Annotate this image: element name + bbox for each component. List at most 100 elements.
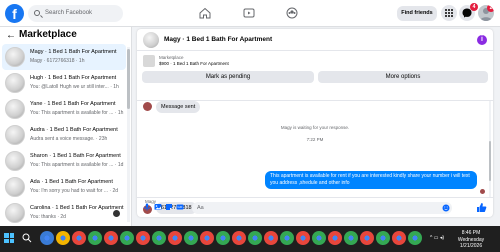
- taskbar-app-icon[interactable]: [376, 231, 390, 245]
- taskbar-search-icon[interactable]: [22, 233, 32, 243]
- conversation-name: Yane · 1 Bed 1 Bath For Apartment: [30, 101, 116, 107]
- messenger-button[interactable]: 4: [459, 3, 478, 21]
- facebook-logo[interactable]: f: [5, 4, 24, 23]
- chat-title[interactable]: Magy · 1 Bed 1 Bath For Apartment: [164, 36, 272, 43]
- conversation-preview: Magy · 6172766318 · 1h: [30, 58, 85, 64]
- taskbar-app-icon[interactable]: [392, 231, 406, 245]
- taskbar-app-icon[interactable]: [200, 231, 214, 245]
- listing-thumbnail: [5, 203, 25, 223]
- messenger-badge: 4: [470, 3, 478, 11]
- message-timestamp: 7:22 PM: [306, 137, 324, 142]
- taskbar-app-icon[interactable]: [280, 231, 294, 245]
- microphone-icon[interactable]: [143, 203, 151, 211]
- taskbar-app-icon[interactable]: [184, 231, 198, 245]
- conversation-item[interactable]: Ada · 1 Bed 1 Bath For Apartment You: I'm…: [2, 174, 126, 200]
- sidebar-header: ← Marketplace: [0, 27, 131, 44]
- taskbar-app-icon[interactable]: [136, 231, 150, 245]
- taskbar-app-icon[interactable]: [232, 231, 246, 245]
- profile-avatar[interactable]: 2: [478, 5, 494, 21]
- search-icon: [34, 10, 40, 16]
- home-icon[interactable]: [199, 7, 211, 19]
- menu-button[interactable]: [441, 5, 457, 21]
- groups-icon[interactable]: [286, 7, 298, 19]
- taskbar-app-icon[interactable]: [328, 231, 342, 245]
- taskbar-app-icon[interactable]: [344, 231, 358, 245]
- conversation-preview: You: @Latoll Hugh we ur still inter... ·…: [30, 84, 119, 90]
- conversation-preview: You: This apartment is available for ...…: [30, 110, 124, 116]
- listing-image[interactable]: [143, 55, 155, 67]
- taskbar-app-icon[interactable]: [120, 231, 134, 245]
- gif-icon[interactable]: GIF: [176, 203, 184, 211]
- conversation-name: Magy · 1 Bed 1 Bath For Apartment: [30, 49, 117, 55]
- conversation-item[interactable]: Hugh · 1 Bed 1 Bath For Apartment You: @L…: [2, 70, 126, 96]
- top-navigation: f Search Facebook Find friends 4 2: [0, 0, 500, 27]
- message-area: Message sent Magy is waiting for your re…: [137, 101, 493, 204]
- contact-avatar: [143, 102, 152, 111]
- find-friends-button[interactable]: Find friends: [397, 6, 437, 21]
- listing-label: Marketplace: [159, 55, 184, 60]
- conversation-preview: Audra sent a voice message. · 23h: [30, 136, 108, 142]
- taskbar-app-icon[interactable]: [312, 231, 326, 245]
- taskbar-app-icon[interactable]: [264, 231, 278, 245]
- taskbar-clock[interactable]: 8:46 PM Wednesday 1/21/2026: [448, 230, 494, 250]
- video-icon[interactable]: [243, 7, 255, 19]
- listing-thumbnail[interactable]: [143, 32, 159, 48]
- mark-as-pending-button[interactable]: Mark as pending: [142, 71, 314, 83]
- chat-panel: Magy · 1 Bed 1 Bath For Apartment i Mark…: [137, 29, 493, 217]
- sidebar-scrollbar[interactable]: [127, 47, 130, 222]
- search-placeholder: Search Facebook: [45, 10, 93, 16]
- back-arrow-icon[interactable]: ←: [6, 30, 16, 41]
- svg-text:GIF: GIF: [178, 205, 183, 209]
- taskbar-app-icon[interactable]: [40, 231, 54, 245]
- listing-thumbnail: [5, 47, 25, 67]
- conversation-item[interactable]: Sharon · 1 Bed 1 Bath For Apartment You: …: [2, 148, 126, 174]
- outgoing-message-bubble: This apartment is available for rent if …: [265, 171, 477, 189]
- taskbar-app-icon[interactable]: [72, 231, 86, 245]
- taskbar-app-icon[interactable]: [216, 231, 230, 245]
- taskbar-app-icon[interactable]: [248, 231, 262, 245]
- conversation-item[interactable]: Magy · 1 Bed 1 Bath For Apartment Magy · …: [2, 44, 126, 70]
- conversation-name: Audra · 1 Bed 1 Bath For Apartment: [30, 127, 118, 133]
- taskbar-app-icon[interactable]: [408, 231, 422, 245]
- windows-start-icon[interactable]: [4, 233, 14, 243]
- taskbar-app-icon[interactable]: [360, 231, 374, 245]
- conversation-item[interactable]: Yane · 1 Bed 1 Bath For Apartment You: Th…: [2, 96, 126, 122]
- conversation-name: Ada · 1 Bed 1 Bath For Apartment: [30, 179, 113, 185]
- conversation-item[interactable]: Carolina · 1 Bed 1 Bath For Apartment You…: [2, 200, 126, 226]
- listing-thumbnail: [5, 151, 25, 171]
- sidebar-title: Marketplace: [19, 29, 77, 40]
- emoji-icon[interactable]: [442, 204, 450, 212]
- search-input[interactable]: Search Facebook: [28, 5, 123, 22]
- listing-thumbnail: [5, 73, 25, 93]
- conversation-item[interactable]: Audra · 1 Bed 1 Bath For Apartment Audra …: [2, 122, 126, 148]
- conversation-name: Carolina · 1 Bed 1 Bath For Apartment: [30, 205, 124, 211]
- info-icon[interactable]: i: [477, 35, 487, 45]
- seen-indicator: [480, 189, 485, 194]
- listing-thumbnail: [5, 99, 25, 119]
- clock-date: 1/21/2026: [459, 243, 483, 249]
- taskbar-app-icon[interactable]: [296, 231, 310, 245]
- notifications-badge: 2: [487, 5, 494, 12]
- chat-scrollbar[interactable]: [489, 101, 491, 197]
- system-tray[interactable]: ^ ▭ ◂): [430, 235, 444, 241]
- taskbar-app-icon[interactable]: [88, 231, 102, 245]
- sticker-icon[interactable]: [165, 203, 173, 211]
- taskbar-app-icon[interactable]: [152, 231, 166, 245]
- photo-icon[interactable]: [154, 203, 162, 211]
- taskbar-app-icon[interactable]: [56, 231, 70, 245]
- conversation-name: Hugh · 1 Bed 1 Bath For Apartment: [30, 75, 117, 81]
- conversation-preview: You: thanks · 2d: [30, 214, 66, 220]
- conversation-preview: You: This apartment is available for ...…: [30, 162, 124, 168]
- taskbar-app-icon[interactable]: [168, 231, 182, 245]
- like-icon[interactable]: [476, 202, 487, 213]
- conversation-preview: You: I'm sorry you had to wait for ... ·…: [30, 188, 119, 194]
- read-receipt-avatar: [113, 210, 120, 217]
- taskbar-app-icon[interactable]: [104, 231, 118, 245]
- listing-price[interactable]: $900 · 1 Bed 1 Bath For Apartment: [159, 61, 229, 66]
- message-composer: GIF Aa: [137, 197, 493, 217]
- listing-thumbnail: [5, 125, 25, 145]
- more-options-button[interactable]: More options: [318, 71, 488, 83]
- chat-header: Magy · 1 Bed 1 Bath For Apartment i: [137, 29, 493, 51]
- grid-menu-icon: [445, 9, 453, 17]
- message-input[interactable]: Aa: [192, 202, 452, 214]
